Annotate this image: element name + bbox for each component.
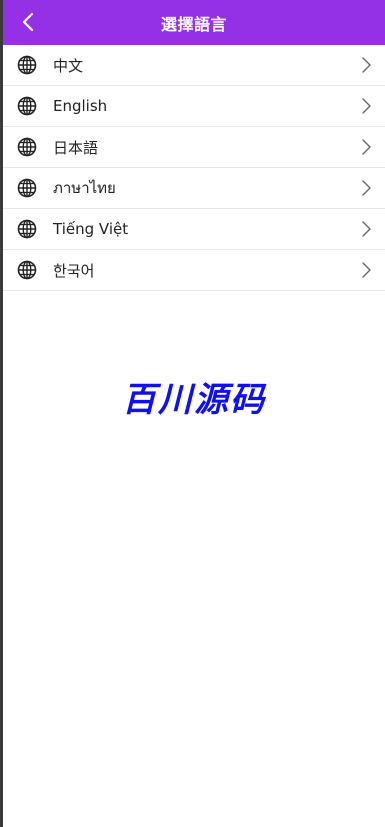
globe-icon [17, 137, 37, 157]
language-label: Tiếng Việt [53, 220, 129, 238]
chevron-right-icon [362, 262, 371, 278]
top-nav-bar: 選擇語言 [3, 0, 385, 45]
globe-icon [17, 55, 37, 75]
watermark-logo: 百川源码 [122, 380, 266, 420]
language-label: English [53, 97, 108, 115]
app-screen: 選擇語言 中文 English 日本語 ภาษาไทย Tiếng Việt 한… [3, 0, 385, 827]
chevron-right-icon [362, 57, 371, 73]
language-label: 한국어 [53, 261, 95, 280]
globe-icon [17, 219, 37, 239]
chevron-left-icon [22, 12, 34, 32]
language-label: 日本語 [53, 138, 99, 157]
language-list: 中文 English 日本語 ภาษาไทย Tiếng Việt 한국어 [3, 45, 385, 291]
language-item-japanese[interactable]: 日本語 [3, 127, 385, 168]
language-item-vietnamese[interactable]: Tiếng Việt [3, 209, 385, 250]
language-label: ภาษาไทย [53, 179, 116, 197]
chevron-right-icon [362, 180, 371, 196]
chevron-right-icon [362, 221, 371, 237]
language-item-korean[interactable]: 한국어 [3, 250, 385, 291]
chevron-right-icon [362, 98, 371, 114]
globe-icon [17, 260, 37, 280]
page-title: 選擇語言 [160, 14, 227, 34]
globe-icon [17, 96, 37, 116]
language-item-chinese[interactable]: 中文 [3, 45, 385, 86]
language-label: 中文 [53, 56, 84, 75]
globe-icon [17, 178, 37, 198]
chevron-right-icon [362, 139, 371, 155]
language-item-thai[interactable]: ภาษาไทย [3, 168, 385, 209]
language-item-english[interactable]: English [3, 86, 385, 127]
back-button[interactable] [13, 7, 43, 37]
